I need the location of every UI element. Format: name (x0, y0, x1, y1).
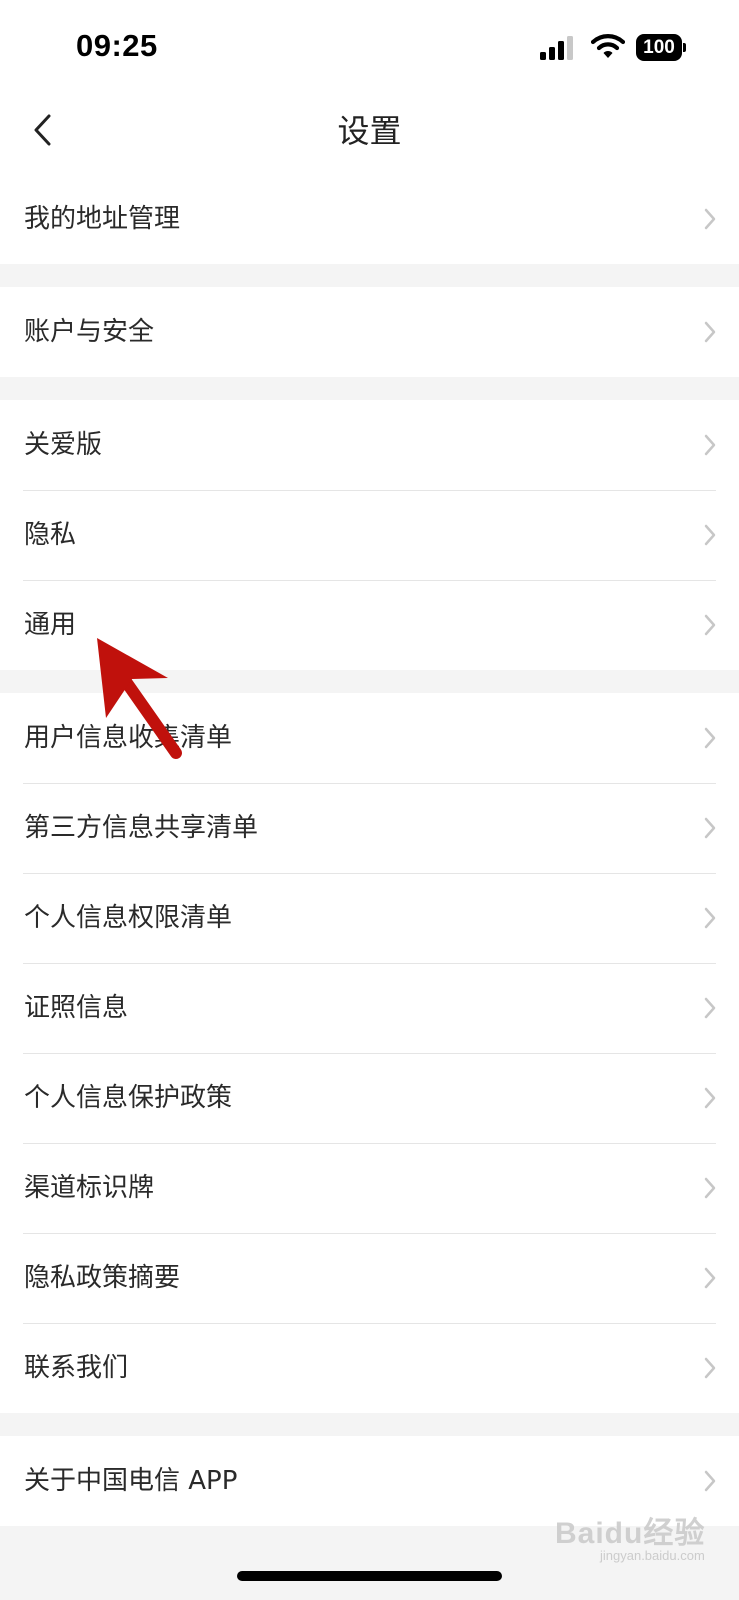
chevron-right-icon (704, 434, 716, 456)
watermark-logo: Baidu经验 (555, 1517, 706, 1550)
settings-row[interactable]: 用户信息收集清单 (0, 693, 739, 783)
chevron-right-icon (704, 1470, 716, 1492)
status-time: 09:25 (76, 28, 158, 63)
chevron-right-icon (704, 321, 716, 343)
settings-row-label: 第三方信息共享清单 (24, 813, 259, 843)
settings-row-label: 个人信息权限清单 (24, 903, 233, 933)
settings-group: 我的地址管理 (0, 174, 739, 264)
settings-row-label: 关爱版 (24, 430, 103, 460)
settings-group: 关爱版 隐私 通用 (0, 400, 739, 670)
settings-row[interactable]: 通用 (0, 580, 739, 670)
settings-row[interactable]: 个人信息权限清单 (0, 873, 739, 963)
settings-row-label: 个人信息保护政策 (24, 1083, 233, 1113)
settings-row[interactable]: 账户与安全 (0, 287, 739, 377)
chevron-right-icon (704, 727, 716, 749)
settings-row-label: 渠道标识牌 (24, 1173, 155, 1203)
chevron-right-icon (704, 1177, 716, 1199)
settings-row[interactable]: 联系我们 (0, 1323, 739, 1413)
battery-level: 100 (643, 37, 675, 58)
signal-icon (540, 36, 573, 60)
settings-row[interactable]: 渠道标识牌 (0, 1143, 739, 1233)
back-chevron-icon (34, 114, 51, 146)
settings-row[interactable]: 证照信息 (0, 963, 739, 1053)
settings-row-label: 账户与安全 (24, 317, 155, 347)
battery-icon: 100 (636, 34, 686, 61)
settings-row-label: 隐私政策摘要 (24, 1263, 181, 1293)
chevron-right-icon (704, 817, 716, 839)
chevron-right-icon (704, 614, 716, 636)
chevron-right-icon (704, 907, 716, 929)
watermark-url: jingyan.baidu.com (600, 1548, 705, 1563)
settings-row-label: 联系我们 (24, 1353, 129, 1383)
settings-group: 账户与安全 (0, 287, 739, 377)
settings-row-label: 关于中国电信 APP (24, 1466, 238, 1496)
settings-row[interactable]: 关爱版 (0, 400, 739, 490)
settings-group: 用户信息收集清单 第三方信息共享清单 个人信息权限清单 证照信息个人信息保护政策 渠道标… (0, 693, 739, 1413)
wifi-icon (591, 34, 625, 58)
chevron-right-icon (704, 208, 716, 230)
settings-row-label: 证照信息 (24, 993, 129, 1023)
home-indicator (237, 1571, 502, 1581)
chevron-right-icon (704, 524, 716, 546)
settings-row-label: 用户信息收集清单 (24, 723, 233, 753)
settings-menu: 我的地址管理 账户与安全关爱版隐私通用用户信息收集清单 第三方信息共享清单 个人信息权… (0, 174, 739, 1549)
back-button[interactable] (22, 110, 62, 150)
settings-row-label: 通用 (24, 610, 77, 640)
settings-row[interactable]: 隐私 (0, 490, 739, 580)
status-bar: 09:25 100 (0, 0, 739, 88)
settings-row-label: 隐私 (24, 520, 77, 550)
settings-row[interactable]: 个人信息保护政策 (0, 1053, 739, 1143)
chevron-right-icon (704, 1087, 716, 1109)
settings-row[interactable]: 第三方信息共享清单 (0, 783, 739, 873)
chevron-right-icon (704, 997, 716, 1019)
settings-row[interactable]: 隐私政策摘要 (0, 1233, 739, 1323)
settings-row-label: 我的地址管理 (24, 204, 181, 234)
page-title: 设置 (337, 112, 402, 150)
settings-row[interactable]: 我的地址管理 (0, 174, 739, 264)
chevron-right-icon (704, 1357, 716, 1379)
nav-bar: 设置 (0, 88, 739, 174)
chevron-right-icon (704, 1267, 716, 1289)
